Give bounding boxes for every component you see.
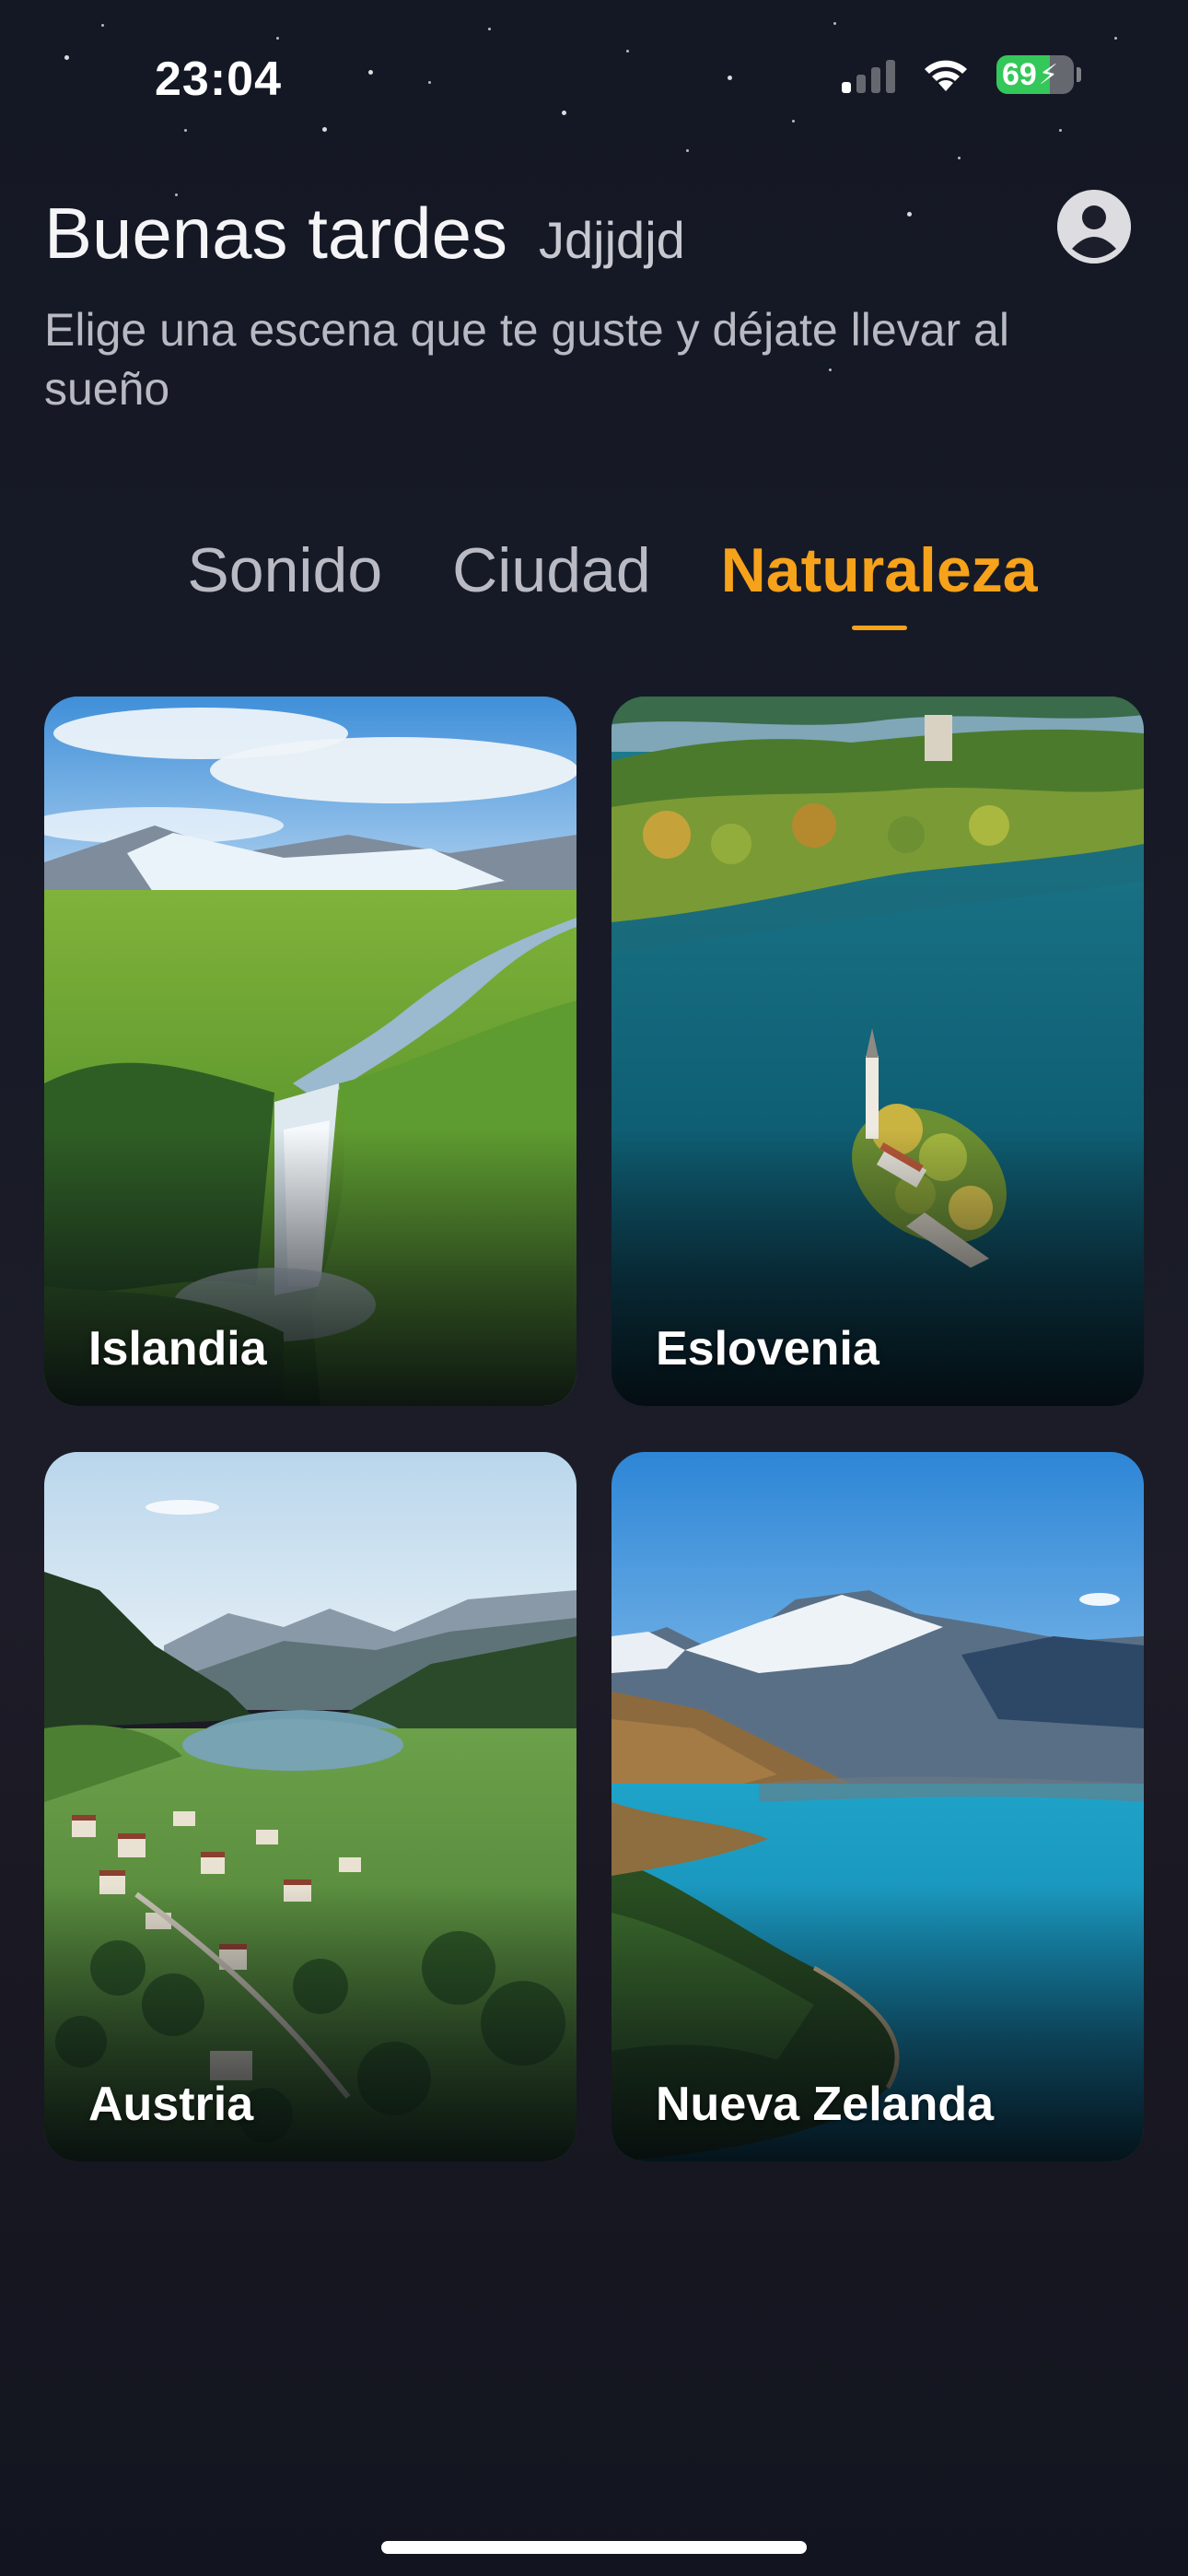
status-time: 23:04 — [155, 53, 282, 106]
home-indicator[interactable] — [381, 2541, 807, 2554]
scene-label: Austria — [88, 2078, 254, 2131]
scene-label: Nueva Zelanda — [656, 2078, 995, 2131]
wifi-icon — [925, 60, 967, 91]
tab-sonido[interactable]: Sonido — [187, 534, 382, 606]
status-indicators: 69 ⚡ — [842, 55, 1081, 94]
battery-cap — [1077, 67, 1081, 82]
scene-card-islandia[interactable]: Islandia — [44, 697, 577, 1406]
user-profile-icon — [1057, 190, 1131, 263]
charging-bolt-icon: ⚡ — [1038, 59, 1058, 90]
active-tab-indicator — [851, 626, 907, 630]
scene-card-eslovenia[interactable]: Eslovenia — [611, 697, 1144, 1406]
tab-naturaleza[interactable]: Naturaleza — [720, 534, 1038, 630]
tab-label: Ciudad — [452, 535, 651, 605]
user-name: Jdjjdjd — [539, 211, 685, 269]
tab-ciudad[interactable]: Ciudad — [452, 534, 651, 606]
scene-card-austria[interactable]: Austria — [44, 1452, 577, 2161]
battery-percentage: 69 — [1002, 56, 1037, 92]
category-tabs: Sonido Ciudad Naturaleza — [0, 534, 1188, 630]
battery-icon: 69 ⚡ — [996, 55, 1074, 94]
tab-label: Naturaleza — [720, 535, 1038, 605]
greeting-title: Buenas tardes — [44, 193, 508, 274]
profile-button[interactable] — [1057, 190, 1131, 263]
subtitle: Elige una escena que te guste y déjate l… — [44, 304, 1009, 415]
scene-label: Islandia — [88, 1322, 267, 1376]
cellular-signal-icon — [842, 56, 895, 93]
scene-card-nueva-zelanda[interactable]: Nueva Zelanda — [611, 1452, 1144, 2161]
scene-label: Eslovenia — [656, 1322, 879, 1376]
tab-label: Sonido — [187, 535, 383, 605]
greeting: Buenas tardes Jdjjdjd — [44, 192, 685, 275]
